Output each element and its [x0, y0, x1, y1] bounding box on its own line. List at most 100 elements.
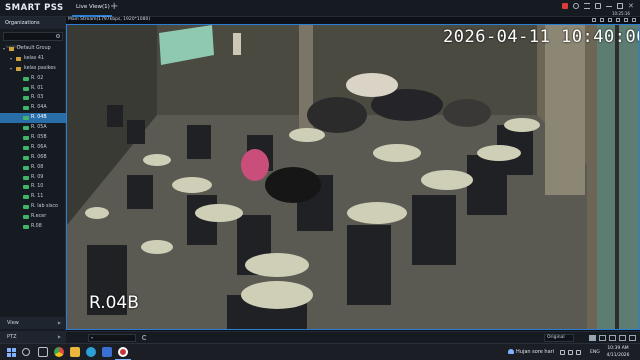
language-indicator[interactable]: ENG [590, 350, 600, 355]
tray-chevron-icon[interactable] [560, 350, 565, 355]
folder-icon [9, 47, 14, 51]
tree-item[interactable]: R. 05B [0, 133, 66, 143]
volume-icon[interactable] [576, 350, 581, 355]
tree-item[interactable]: R. 06B [0, 153, 66, 163]
search-box [3, 32, 63, 51]
tree-item[interactable]: R. 03 [0, 93, 66, 103]
tree-item[interactable]: R. 02 [0, 74, 66, 84]
chevron-down-icon[interactable]: ▾ [3, 44, 5, 54]
ptz-panel-header[interactable]: PTZ ▶ [0, 331, 66, 343]
fullscreen-icon[interactable] [629, 335, 636, 341]
camera-icon [23, 86, 29, 91]
close-stream-icon[interactable] [632, 18, 636, 22]
camera-icon [23, 175, 29, 180]
tree-item[interactable]: R. 04A [0, 103, 66, 113]
tree-item[interactable]: R. 05A [0, 123, 66, 133]
stream-select[interactable]: ▾ [88, 334, 136, 342]
tree-item-label: R. 06A [31, 144, 47, 150]
tab-live-view[interactable]: Live View(1) [72, 0, 112, 17]
tree-item-label: R. 02 [31, 75, 44, 81]
menu-icon[interactable] [584, 3, 590, 9]
scene-chair [347, 225, 391, 305]
chrome-icon[interactable] [54, 347, 64, 357]
file-explorer-icon[interactable] [70, 347, 80, 357]
app-title: SMART PSS [5, 3, 64, 13]
tree-item-label: R. 09 [31, 174, 44, 180]
smartpss-window: SMART PSS Live View(1) + ✕ 10:25:16 Orga… [0, 0, 640, 360]
folder-icon [16, 66, 21, 71]
tree-item-label: R. 05A [31, 125, 47, 131]
alarm-icon[interactable] [562, 3, 568, 9]
tree-item-label: R.08 [31, 224, 42, 230]
tree-item[interactable]: R.ecer [0, 212, 66, 222]
chevron-down-icon[interactable]: ▾ [10, 54, 12, 64]
folder-icon [16, 56, 21, 61]
tree-item[interactable]: ▾ kelas 41 [0, 54, 66, 64]
scene-pillar-right [545, 25, 585, 195]
scene-student [307, 97, 367, 133]
audio-icon[interactable] [608, 18, 612, 22]
scene-desk-tablet [504, 118, 540, 132]
tree-item-label: kelas 41 [24, 55, 44, 61]
title-bar: SMART PSS Live View(1) + ✕ 10:25:16 [0, 0, 640, 17]
taskbar-date[interactable]: 4/11/2026 [604, 353, 632, 358]
add-tab-button[interactable]: + [110, 1, 118, 12]
windows-start-icon[interactable] [7, 348, 16, 357]
network-icon[interactable] [568, 350, 573, 355]
search-icon[interactable] [56, 34, 60, 38]
maximize-icon[interactable] [617, 3, 623, 9]
tree-item[interactable]: R. 04B [0, 113, 66, 124]
tree-item[interactable]: R. 01 [0, 84, 66, 94]
scene-teacher [233, 33, 241, 55]
layout-16-icon[interactable] [619, 335, 626, 341]
record-icon[interactable] [600, 18, 604, 22]
video-feed[interactable]: 2026-04-11 10:40:00 R.04B [66, 24, 640, 330]
layout-1-icon[interactable] [589, 335, 596, 341]
lock-icon[interactable] [595, 3, 601, 9]
tree-item[interactable]: R. lab sisco [0, 202, 66, 212]
camera-icon [23, 165, 29, 170]
smartpss-taskbar-icon[interactable] [118, 347, 128, 357]
tree-item[interactable]: ▾ Default Group [0, 44, 66, 54]
window-controls: ✕ [562, 3, 634, 10]
tree-item[interactable]: R. 08 [0, 163, 66, 173]
close-icon[interactable]: ✕ [628, 3, 634, 10]
taskbar-time[interactable]: 10:39 AM [604, 346, 632, 351]
tree-item[interactable]: R. 11 [0, 192, 66, 202]
user-icon[interactable] [573, 3, 579, 9]
scene-desk-tablet [195, 204, 243, 222]
refresh-icon[interactable] [142, 335, 147, 340]
stream-info: Main Stream(1797kbps, 1920*1080) [68, 17, 151, 22]
store-icon[interactable] [102, 347, 112, 357]
tree-item[interactable]: R. 06A [0, 143, 66, 153]
weather-icon[interactable] [508, 349, 514, 354]
scene-desk-tablet [373, 144, 421, 162]
layout-9-icon[interactable] [609, 335, 616, 341]
view-panel-header[interactable]: View ▶ [0, 317, 66, 329]
tree-item[interactable]: R. 09 [0, 173, 66, 183]
taskbar-search-icon[interactable] [22, 348, 30, 356]
app-clock: 10:25:16 [612, 11, 630, 16]
tree-item-label: R. 04B [31, 115, 47, 121]
snapshot-icon[interactable] [592, 18, 596, 22]
edge-icon[interactable] [86, 347, 96, 357]
tree-item[interactable]: ▾ kelas pasikes [0, 64, 66, 74]
zoom-icon[interactable] [624, 18, 628, 22]
quality-select[interactable]: Original [544, 334, 574, 342]
camera-icon [23, 96, 29, 101]
scene-chair [127, 120, 145, 144]
task-view-icon[interactable] [38, 347, 48, 357]
chevron-right-icon: ▶ [57, 320, 61, 325]
minimize-icon[interactable] [606, 3, 612, 7]
layout-4-icon[interactable] [599, 335, 606, 341]
chevron-down-icon[interactable]: ▾ [10, 64, 12, 74]
osd-timestamp: 2026-04-11 10:40:00 [443, 27, 640, 47]
organizations-header[interactable]: Organizations [0, 17, 65, 29]
tree-item-label: R. 04A [31, 105, 47, 111]
weather-text[interactable]: Hujan sore hari [516, 349, 554, 355]
tree-item[interactable]: R. 10 [0, 182, 66, 192]
tree-item-label: R. 01 [31, 85, 44, 91]
scene-desk-tablet [141, 240, 173, 254]
tree-item[interactable]: R.08 [0, 222, 66, 232]
talk-icon[interactable] [616, 18, 620, 22]
